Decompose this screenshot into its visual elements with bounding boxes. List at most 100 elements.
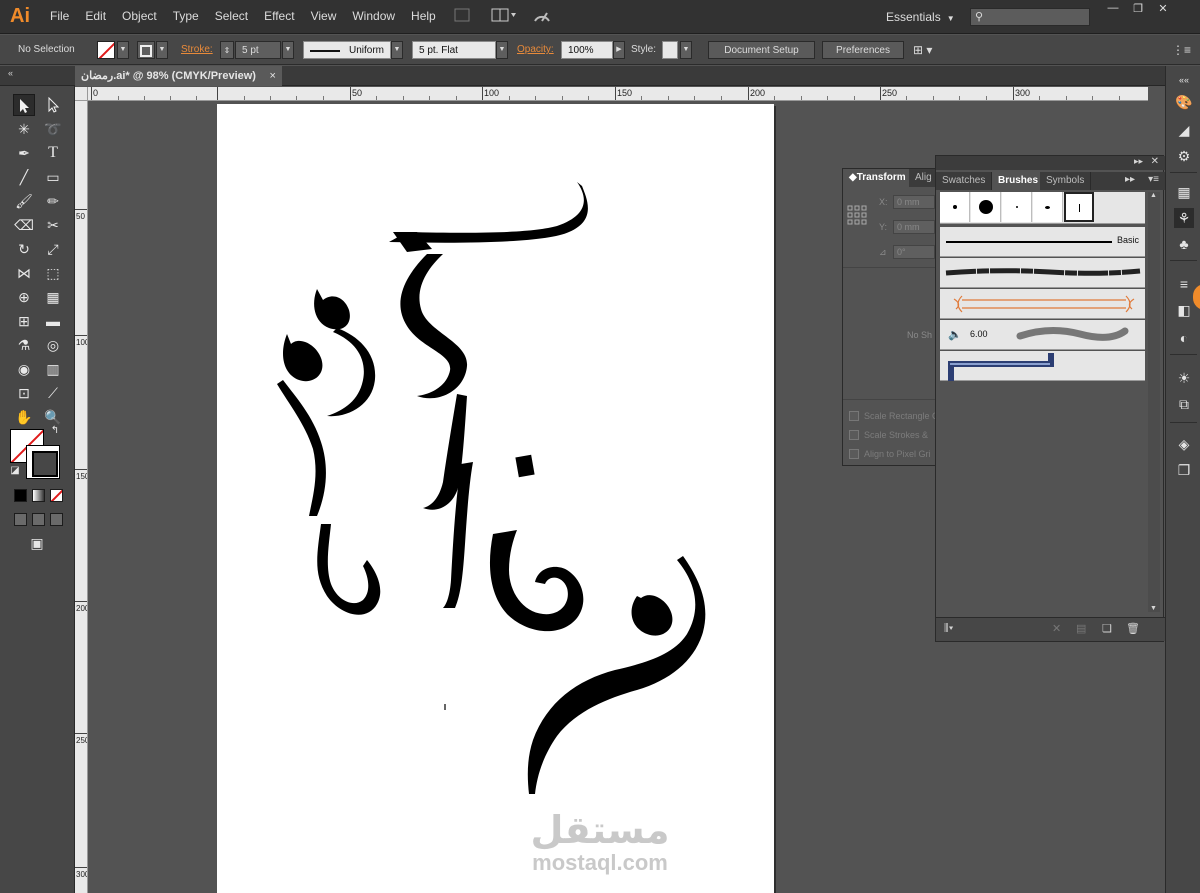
mesh-tool-icon[interactable]: ⊞ bbox=[13, 310, 35, 332]
stroke-color-box[interactable] bbox=[26, 445, 60, 479]
tab-swatches[interactable]: Swatches bbox=[936, 172, 993, 190]
gpu-performance-icon[interactable] bbox=[532, 8, 552, 26]
arrange-icon[interactable]: ⊞ ▾ bbox=[913, 41, 941, 59]
gradient-tool-icon[interactable]: ▬ bbox=[42, 310, 64, 332]
workspace-switcher[interactable]: Essentials ▼ bbox=[886, 10, 955, 24]
gradient-panel-icon[interactable]: ◧ bbox=[1174, 300, 1194, 320]
stroke-panel-icon[interactable]: ≡ bbox=[1174, 274, 1194, 294]
new-brush-icon[interactable]: ❏ bbox=[1102, 622, 1112, 635]
menu-type[interactable]: Type bbox=[165, 9, 207, 23]
scale-rectangle-checkbox[interactable] bbox=[849, 411, 859, 421]
swatches-icon[interactable]: ▦ bbox=[1174, 182, 1194, 202]
expand-dock-icon[interactable]: «« bbox=[1174, 70, 1194, 90]
scale-tool-icon[interactable]: ⤢ bbox=[42, 238, 64, 260]
stroke-weight-input[interactable]: 5 pt bbox=[235, 41, 281, 59]
pen-tool-icon[interactable]: ✒ bbox=[13, 142, 35, 164]
panel-menu-icon[interactable]: ▾≡ bbox=[1148, 174, 1159, 185]
rotate-tool-icon[interactable]: ↻ bbox=[13, 238, 35, 260]
brushes-icon[interactable]: ⚘ bbox=[1174, 208, 1194, 228]
paintbrush-tool-icon[interactable]: 🖌 bbox=[13, 190, 35, 212]
symbols-icon[interactable]: ♣ bbox=[1174, 234, 1194, 254]
scroll-down-icon[interactable]: ▼ bbox=[1150, 605, 1157, 612]
menu-object[interactable]: Object bbox=[114, 9, 165, 23]
stroke-label[interactable]: Stroke: bbox=[181, 41, 213, 59]
stroke-weight-dropdown-icon[interactable]: ▼ bbox=[282, 41, 294, 59]
angle-input[interactable]: 0° bbox=[893, 245, 935, 259]
artboard[interactable] bbox=[217, 104, 774, 893]
tab-symbols[interactable]: Symbols bbox=[1040, 172, 1092, 190]
style-dropdown-icon[interactable]: ▼ bbox=[680, 41, 692, 59]
notification-badge[interactable] bbox=[1193, 284, 1200, 310]
menu-window[interactable]: Window bbox=[344, 9, 403, 23]
free-transform-tool-icon[interactable]: ⬚ bbox=[42, 262, 64, 284]
pattern-brush-row[interactable] bbox=[940, 351, 1145, 381]
brush-cell[interactable] bbox=[971, 192, 1001, 222]
magic-wand-tool-icon[interactable]: ✳ bbox=[13, 118, 35, 140]
remove-stroke-icon[interactable]: ✕ bbox=[1052, 622, 1061, 635]
profile-dropdown-icon[interactable]: ▼ bbox=[391, 41, 403, 59]
menu-file[interactable]: File bbox=[42, 9, 77, 23]
fill-dropdown-icon[interactable]: ▼ bbox=[117, 41, 129, 59]
column-graph-tool-icon[interactable]: ▥ bbox=[42, 358, 64, 380]
color-palette-icon[interactable]: 🎨 bbox=[1174, 92, 1194, 112]
slice-tool-icon[interactable]: ⟋ bbox=[42, 382, 64, 404]
brush-cell[interactable] bbox=[1033, 192, 1063, 222]
scroll-up-icon[interactable]: ▲ bbox=[1150, 192, 1157, 199]
perspective-grid-tool-icon[interactable]: ▦ bbox=[42, 286, 64, 308]
close-tab-icon[interactable]: × bbox=[270, 66, 276, 86]
help-search-input[interactable]: ⚲ bbox=[970, 8, 1090, 26]
draw-normal-icon[interactable] bbox=[14, 513, 27, 526]
tab-align[interactable]: Alig bbox=[909, 169, 938, 187]
maximize-button[interactable]: ❐ bbox=[1127, 2, 1149, 16]
stroke-dropdown-icon[interactable]: ▼ bbox=[156, 41, 168, 59]
vertical-ruler[interactable]: 50 100 150 200 250 300 bbox=[75, 101, 88, 893]
basic-brush-row[interactable]: Basic bbox=[940, 227, 1145, 257]
gradient-mode-icon[interactable] bbox=[32, 489, 45, 502]
stroke-weight-stepper[interactable]: ⇕ bbox=[220, 41, 234, 59]
blend-tool-icon[interactable]: ◎ bbox=[42, 334, 64, 356]
menu-help[interactable]: Help bbox=[403, 9, 444, 23]
collapse-tools-icon[interactable]: « bbox=[8, 68, 13, 78]
fill-swatch[interactable] bbox=[97, 41, 115, 59]
lasso-tool-icon[interactable]: ➰ bbox=[42, 118, 64, 140]
menu-effect[interactable]: Effect bbox=[256, 9, 302, 23]
width-tool-icon[interactable]: ⋈ bbox=[13, 262, 35, 284]
type-tool-icon[interactable]: T bbox=[42, 142, 64, 164]
y-input[interactable]: 0 mm bbox=[893, 220, 935, 234]
document-tab[interactable]: رمضان.ai* @ 98% (CMYK/Preview) × bbox=[75, 66, 282, 86]
arrange-documents-icon[interactable] bbox=[490, 8, 518, 26]
variable-width-profile[interactable]: Uniform bbox=[303, 41, 391, 59]
document-setup-button[interactable]: Document Setup bbox=[708, 41, 815, 59]
tab-brushes[interactable]: Brushes bbox=[992, 172, 1046, 190]
eyedropper-tool-icon[interactable]: ⚗ bbox=[13, 334, 35, 356]
opacity-input[interactable]: 100% bbox=[561, 41, 613, 59]
hand-tool-icon[interactable]: ✋ bbox=[13, 406, 35, 428]
x-input[interactable]: 0 mm bbox=[893, 195, 935, 209]
artboards-icon[interactable]: ❐ bbox=[1174, 460, 1194, 480]
brush-cell[interactable] bbox=[940, 192, 970, 222]
reference-point-icon[interactable] bbox=[847, 205, 867, 228]
opacity-label[interactable]: Opacity: bbox=[517, 41, 554, 59]
none-mode-icon[interactable] bbox=[50, 489, 63, 502]
brush-list-scrollbar[interactable]: ▲ ▼ bbox=[1148, 192, 1160, 612]
draw-behind-icon[interactable] bbox=[32, 513, 45, 526]
selection-tool-icon[interactable] bbox=[13, 94, 35, 116]
pencil-tool-icon[interactable]: ✏ bbox=[42, 190, 64, 212]
panel-menu-icon[interactable]: ⋮≡ bbox=[1172, 41, 1191, 59]
brush-options-icon[interactable]: ▤ bbox=[1076, 622, 1086, 635]
opacity-slider-icon[interactable]: ▶ bbox=[613, 41, 625, 59]
ruler-origin[interactable] bbox=[75, 87, 88, 101]
menu-select[interactable]: Select bbox=[207, 9, 256, 23]
preferences-button[interactable]: Preferences bbox=[822, 41, 904, 59]
bristle-brush-row[interactable]: 🔈 6.00 bbox=[940, 320, 1145, 350]
swap-fill-stroke-icon[interactable]: ↰ bbox=[48, 424, 62, 438]
direct-selection-tool-icon[interactable] bbox=[42, 94, 64, 116]
align-pixel-checkbox[interactable] bbox=[849, 449, 859, 459]
delete-brush-icon[interactable]: 🗑 bbox=[1126, 622, 1140, 635]
blob-brush-tool-icon[interactable]: ⌫ bbox=[13, 214, 35, 236]
tab-transform[interactable]: ◆Transform bbox=[843, 169, 913, 187]
draw-inside-icon[interactable] bbox=[50, 513, 63, 526]
artboard-tool-icon[interactable]: ⊡ bbox=[13, 382, 35, 404]
color-mode-icon[interactable] bbox=[14, 489, 27, 502]
symbol-sprayer-tool-icon[interactable]: ◉ bbox=[13, 358, 35, 380]
